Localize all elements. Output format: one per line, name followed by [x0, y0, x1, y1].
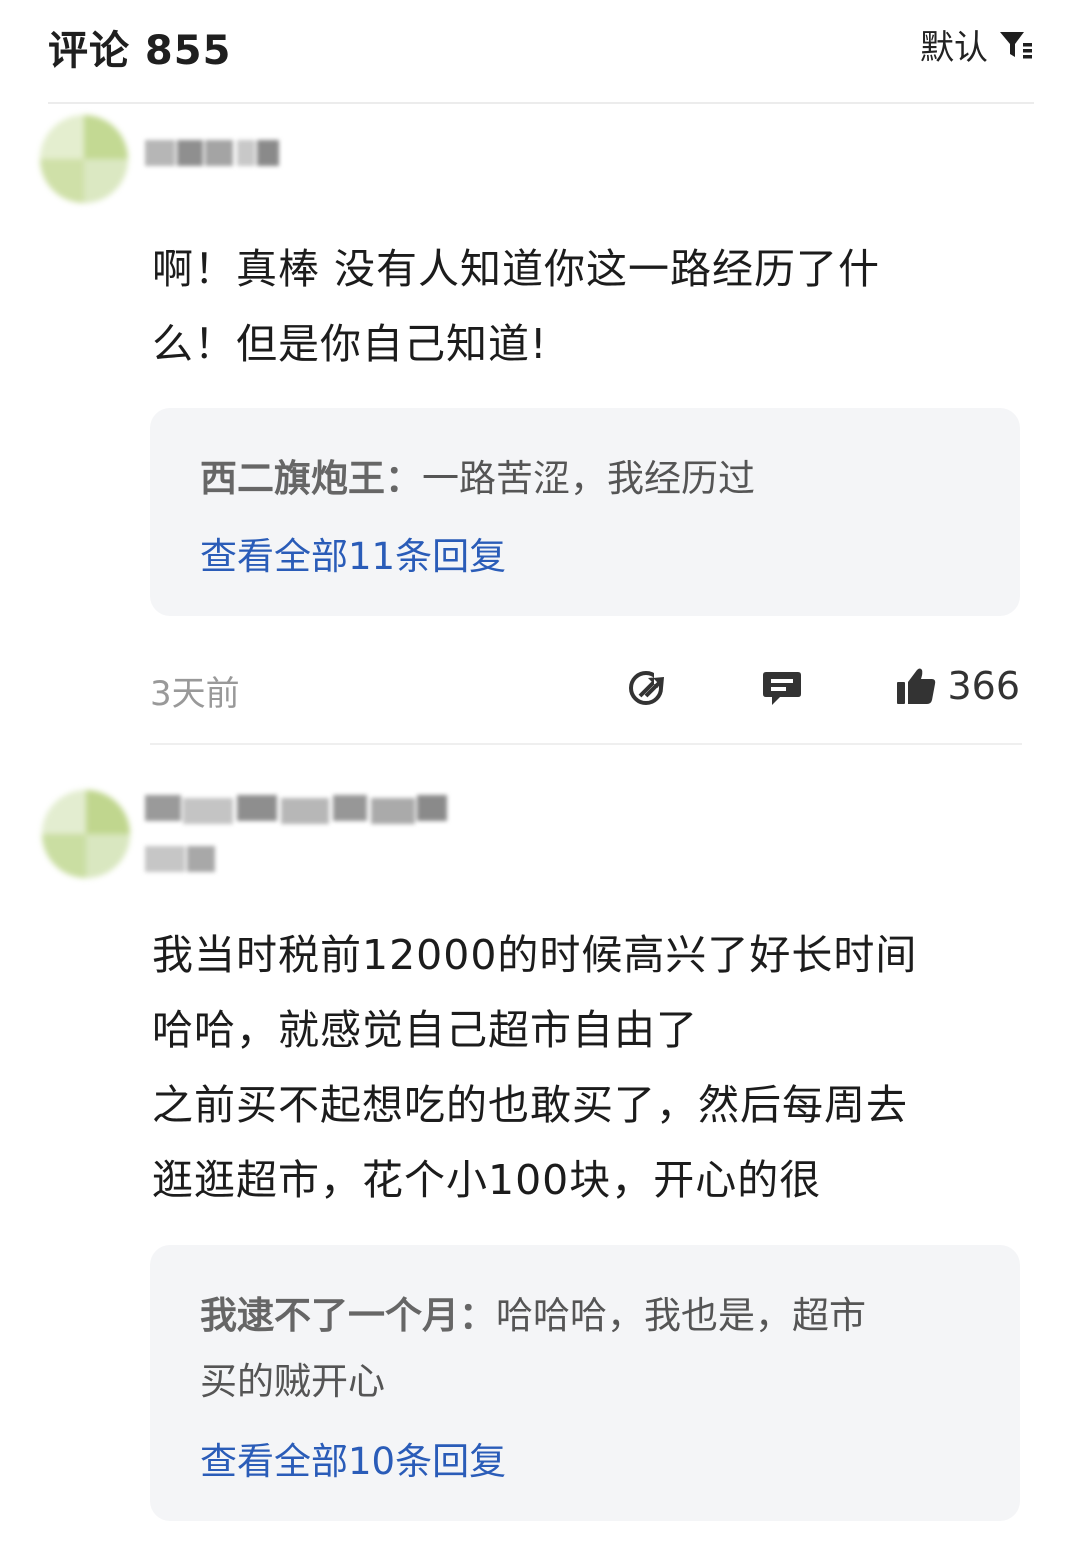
view-all-replies-link[interactable]: 查看全部11条回复	[200, 526, 506, 580]
reply-author[interactable]: 我逮不了一个月：	[200, 1294, 496, 1337]
reply-line: 西二旗炮王：一路苦涩，我经历过	[200, 446, 755, 512]
sort-label: 默认	[920, 28, 988, 68]
reply-text: 哈哈哈，我也是，超市	[496, 1294, 866, 1337]
avatar[interactable]	[42, 790, 130, 878]
reply-icon[interactable]	[760, 666, 804, 710]
sort-button[interactable]: 默认	[920, 20, 1034, 69]
username-blurred[interactable]	[145, 140, 285, 170]
header-divider	[48, 102, 1034, 104]
comment-text: 啊！真棒 没有人知道你这一路经历了什 么！但是你自己知道!	[152, 245, 881, 368]
like-button[interactable]: 366	[895, 664, 1020, 708]
view-all-replies-link[interactable]: 查看全部10条回复	[200, 1431, 506, 1485]
comment-actions: 3天前 366	[150, 664, 1020, 716]
thumbs-up-icon	[897, 668, 936, 704]
comments-header: 评论 855 默认	[48, 18, 1034, 74]
reply-author[interactable]: 西二旗炮王：	[200, 457, 422, 500]
comments-title: 评论 855	[48, 28, 232, 74]
like-count: 366	[947, 664, 1020, 708]
reply-line: 我逮不了一个月：哈哈哈，我也是，超市	[200, 1283, 866, 1349]
reply-preview[interactable]: 西二旗炮王：一路苦涩，我经历过 查看全部11条回复	[150, 408, 1020, 616]
comment-text: 我当时税前12000的时候高兴了好长时间 哈哈，就感觉自己超市自由了 之前买不起…	[152, 931, 918, 1204]
comment-divider	[150, 743, 1022, 745]
filter-icon	[1000, 31, 1032, 58]
avatar[interactable]	[40, 115, 128, 203]
reply-text: 一路苦涩，我经历过	[422, 457, 755, 500]
share-icon[interactable]	[626, 666, 670, 710]
reply-preview[interactable]: 我逮不了一个月：哈哈哈，我也是，超市 买的贼开心 查看全部10条回复	[150, 1245, 1020, 1521]
comment-time: 3天前	[150, 674, 240, 714]
username-blurred[interactable]	[145, 790, 450, 880]
reply-text-continued: 买的贼开心	[200, 1360, 385, 1403]
